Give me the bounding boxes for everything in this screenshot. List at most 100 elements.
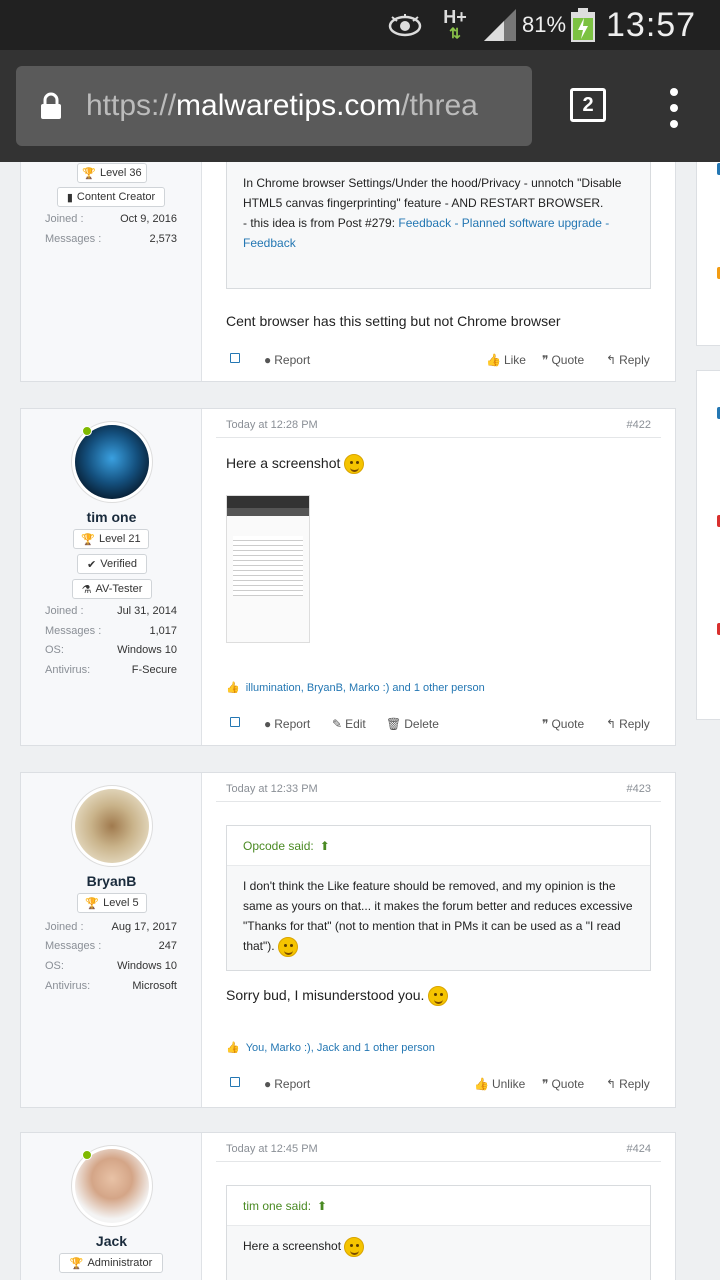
- message: In Chrome browser Settings/Under the hoo…: [202, 162, 675, 381]
- user-info: tim one 🏆 Level 21 ✔ Verified ⚗ AV-Tester J…: [21, 409, 202, 745]
- lock-icon: [16, 92, 86, 120]
- thumb-icon: 👍: [486, 353, 501, 367]
- quote-button[interactable]: ❞ Quote: [542, 1077, 584, 1091]
- quote-button[interactable]: ❞ Quote: [542, 353, 584, 367]
- post-time[interactable]: Today at 12:28 PM: [226, 419, 318, 431]
- stat-antivirus: Antivirus: F-Secure: [45, 664, 177, 676]
- message: Today at 12:45 PM #424 tim one said: ⬆ He…: [202, 1133, 675, 1280]
- quote-attribution[interactable]: tim one said: ⬆: [227, 1186, 650, 1226]
- stat-joined: Joined : Jul 31, 2014: [45, 605, 177, 617]
- level-badge: 🏆 Level 21: [73, 529, 149, 549]
- select-checkbox[interactable]: [230, 717, 240, 727]
- content-icon: ▮: [66, 191, 73, 204]
- thumb-icon: 👍: [226, 1042, 240, 1054]
- sidebar-card: [696, 162, 720, 346]
- trash-icon: 🗑: [386, 717, 402, 731]
- quote-icon: ❞: [542, 353, 549, 367]
- arrow-up-icon: ⬆: [317, 1198, 328, 1213]
- trophy-icon: 🏆: [69, 1257, 84, 1270]
- address-bar[interactable]: https://malwaretips.com/threa: [16, 66, 532, 146]
- message: Today at 12:28 PM #422 Here a screenshot…: [202, 409, 675, 745]
- post-number[interactable]: #422: [627, 419, 651, 431]
- post: Jack 🏆 Administrator Today at 12:45 PM #4…: [20, 1132, 676, 1280]
- reply-icon: ↰: [606, 717, 617, 731]
- message: Today at 12:33 PM #423 Opcode said: ⬆ I d…: [202, 773, 675, 1107]
- tester-badge: ⚗ AV-Tester: [72, 579, 152, 599]
- role-badge: 🏆 Administrator: [59, 1253, 163, 1273]
- delete-button[interactable]: 🗑 Delete: [386, 717, 439, 731]
- flask-icon: ⚗: [81, 583, 92, 596]
- stat-messages: Messages :2,573: [45, 233, 177, 245]
- reply-button[interactable]: ↰ Reply: [606, 353, 650, 367]
- trophy-icon: 🏆: [82, 167, 97, 180]
- post-actions: ● Report 👍 Like ❞ Quote ↰ Reply: [230, 353, 651, 373]
- post-time[interactable]: Today at 12:45 PM: [226, 1143, 318, 1155]
- quote-icon: ❞: [542, 717, 549, 731]
- post-actions: ● Report 👍 Unlike ❞ Quote ↰ Reply: [230, 1077, 651, 1097]
- screenshot-thumbnail[interactable]: [226, 495, 310, 643]
- unlike-button[interactable]: 👍 Unlike: [474, 1077, 525, 1091]
- like-button[interactable]: 👍 Like: [486, 353, 526, 367]
- quote-block: Opcode said: ⬆ I don't think the Like fea…: [226, 825, 651, 971]
- battery-charging-icon: [570, 0, 596, 50]
- post-number[interactable]: #424: [627, 1143, 651, 1155]
- user-info: BryanB 🏆 Level 5 Joined : Aug 17, 2017 Mes…: [21, 773, 202, 1107]
- username[interactable]: Jack: [21, 1233, 202, 1249]
- username[interactable]: tim one: [21, 509, 202, 525]
- select-checkbox[interactable]: [230, 353, 240, 363]
- reply-button[interactable]: ↰ Reply: [606, 717, 650, 731]
- status-bar: H+ ⇅ 81% 13:57: [0, 0, 720, 50]
- tongue-emoji: [277, 936, 298, 957]
- avatar[interactable]: [71, 1145, 153, 1227]
- post-text: Cent browser has this setting but not Ch…: [226, 313, 561, 329]
- verified-badge: ✔ Verified: [77, 554, 147, 574]
- post-number[interactable]: #423: [627, 783, 651, 795]
- likes-summary[interactable]: 👍 You, Marko :), Jack and 1 other person: [226, 1041, 435, 1055]
- stat-joined: Joined : Oct 9, 2016: [45, 213, 177, 225]
- report-button[interactable]: ● Report: [264, 353, 310, 367]
- report-button[interactable]: ● Report: [264, 717, 310, 731]
- check-icon: ✔: [87, 558, 97, 571]
- report-button[interactable]: ● Report: [264, 1077, 310, 1091]
- alert-icon: ●: [264, 1077, 272, 1091]
- tab-switcher-button[interactable]: 2: [570, 88, 606, 122]
- user-info: 🏆 Level 36 ▮ Content Creator Joined : Oct 9…: [21, 162, 202, 381]
- avatar[interactable]: [71, 785, 153, 867]
- stat-os: OS: Windows 10: [45, 960, 177, 972]
- user-info: Jack 🏆 Administrator: [21, 1133, 202, 1280]
- edit-button[interactable]: ✎ Edit: [332, 717, 366, 731]
- alert-icon: ●: [264, 717, 272, 731]
- thumb-icon: 👍: [226, 682, 240, 694]
- trophy-icon: 🏆: [81, 533, 96, 546]
- wink-emoji: [344, 454, 365, 475]
- smile-emoji: [428, 986, 449, 1007]
- signal-icon: [482, 0, 520, 50]
- quote-block: tim one said: ⬆ Here a screenshot: [226, 1185, 651, 1280]
- sidebar-card: [696, 370, 720, 720]
- role-badge: ▮ Content Creator: [57, 187, 165, 207]
- post-text: Here a screenshot: [226, 453, 651, 475]
- thread-content: 🏆 Level 36 ▮ Content Creator Joined : Oct 9…: [0, 162, 720, 1280]
- post-actions: ● Report ✎ Edit 🗑 Delete ❞ Quote ↰ Reply: [230, 717, 651, 737]
- battery-percent: 81%: [522, 12, 567, 37]
- post-time[interactable]: Today at 12:33 PM: [226, 783, 318, 795]
- quote-attribution[interactable]: Opcode said: ⬆: [227, 826, 650, 866]
- online-indicator: [82, 426, 92, 436]
- clock: 13:57: [606, 5, 697, 44]
- post: 🏆 Level 36 ▮ Content Creator Joined : Oct 9…: [20, 162, 676, 382]
- stat-messages: Messages :1,017: [45, 625, 177, 637]
- arrow-up-icon: ⬆: [319, 838, 330, 853]
- overflow-menu-icon[interactable]: [664, 88, 684, 128]
- reply-icon: ↰: [606, 353, 617, 367]
- browser-toolbar: https://malwaretips.com/threa 2: [0, 50, 720, 162]
- reply-button[interactable]: ↰ Reply: [606, 1077, 650, 1091]
- avatar[interactable]: [71, 421, 153, 503]
- reply-icon: ↰: [606, 1077, 617, 1091]
- post: BryanB 🏆 Level 5 Joined : Aug 17, 2017 Mes…: [20, 772, 676, 1108]
- network-type: H+ ⇅: [443, 7, 467, 41]
- select-checkbox[interactable]: [230, 1077, 240, 1087]
- likes-summary[interactable]: 👍 illumination, BryanB, Marko :) and 1 ot…: [226, 681, 485, 695]
- username[interactable]: BryanB: [21, 873, 202, 889]
- thumb-icon: 👍: [474, 1077, 489, 1091]
- quote-button[interactable]: ❞ Quote: [542, 717, 584, 731]
